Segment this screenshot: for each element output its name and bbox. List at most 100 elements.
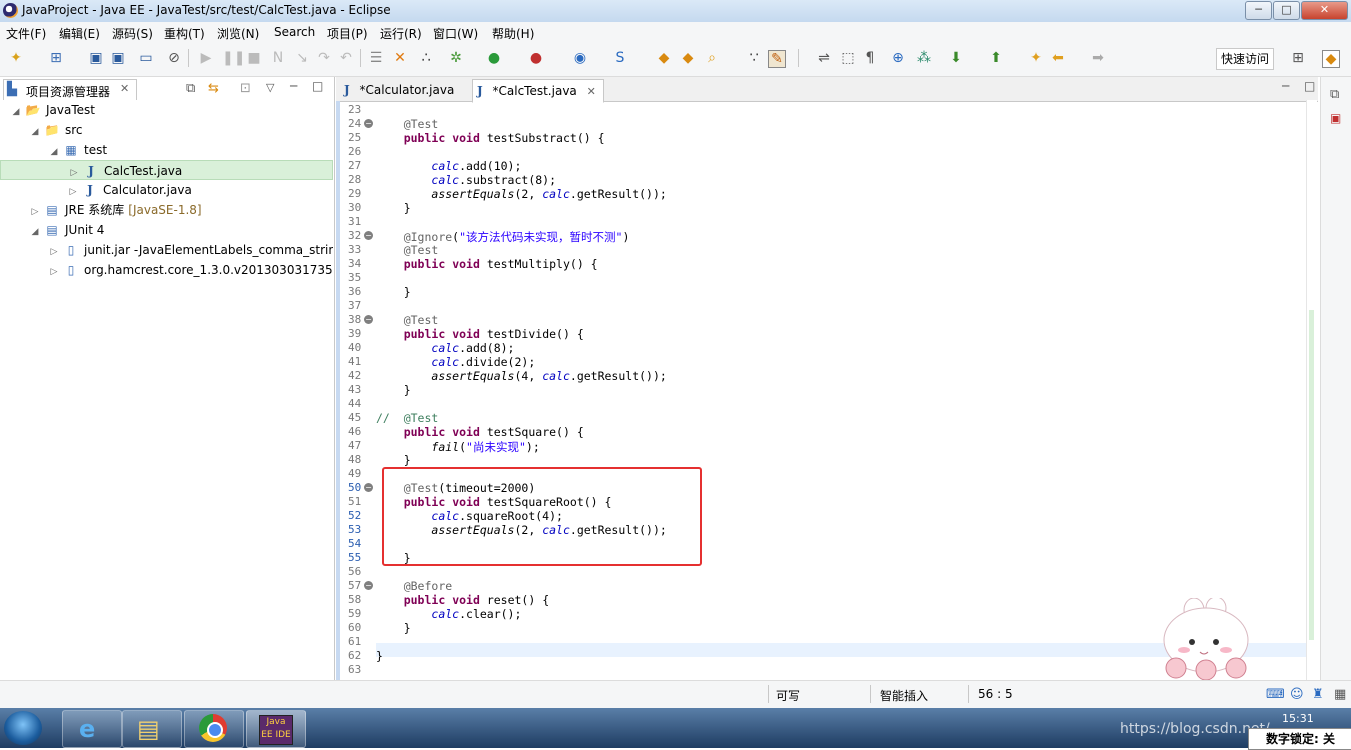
- focus-icon[interactable]: ⊡: [240, 81, 251, 96]
- explorer-tab[interactable]: ▙ 项目资源管理器 ✕: [3, 79, 137, 100]
- overview-ruler-marker[interactable]: [1309, 310, 1314, 640]
- run-icon[interactable]: ●: [486, 50, 502, 66]
- fold-toggle-icon[interactable]: −: [364, 483, 373, 492]
- web-browser-icon[interactable]: ◉: [572, 50, 588, 66]
- terminal-icon[interactable]: ▭: [138, 50, 154, 66]
- annotation-prev-icon[interactable]: ⬆: [988, 50, 1004, 66]
- minimize-button[interactable]: ─: [1245, 1, 1272, 20]
- fold-toggle-icon[interactable]: −: [364, 231, 373, 240]
- step-over-icon[interactable]: ↷: [316, 50, 332, 66]
- tree-item[interactable]: ◢ ▦ test: [0, 140, 333, 160]
- tree-item[interactable]: ◢ ▤ JUnit 4: [0, 220, 333, 240]
- code-line[interactable]: calc.divide(2);: [376, 355, 535, 369]
- keyboard-icon[interactable]: ⌨: [1266, 687, 1285, 702]
- code-line[interactable]: @Test: [376, 117, 439, 131]
- code-line[interactable]: }: [376, 621, 411, 635]
- code-line[interactable]: assertEquals(2, calc.getResult());: [376, 187, 666, 201]
- new-server-icon[interactable]: S: [612, 50, 628, 66]
- code-line[interactable]: public void testDivide() {: [376, 327, 584, 341]
- new-package-icon[interactable]: ⊞: [48, 50, 64, 66]
- eclipse-taskbar-button[interactable]: Java EE IDE: [246, 710, 306, 748]
- expand-arrow-icon[interactable]: ▷: [48, 262, 60, 280]
- save-all-icon[interactable]: ▣: [110, 50, 126, 66]
- shirt-icon[interactable]: ♜: [1312, 687, 1324, 702]
- align-icon[interactable]: ☰: [368, 50, 384, 66]
- open-resource-icon[interactable]: ◆: [680, 50, 696, 66]
- fold-toggle-icon[interactable]: −: [364, 119, 373, 128]
- skip-breakpoints-icon[interactable]: ⊘: [166, 50, 182, 66]
- close-icon[interactable]: ✕: [587, 85, 596, 98]
- fold-toggle-icon[interactable]: −: [364, 581, 373, 590]
- dots-icon[interactable]: ∴: [418, 50, 434, 66]
- code-area[interactable]: 23 24− @Test 25 public void testSubstract(…: [336, 101, 1306, 680]
- tree-item[interactable]: ◢ 📁 src: [0, 120, 333, 140]
- collapse-arrow-icon[interactable]: ◢: [48, 142, 60, 160]
- globe-icon[interactable]: ⊕: [890, 50, 906, 66]
- hierarchy-icon[interactable]: ⁂: [916, 50, 932, 66]
- step-into-icon[interactable]: ↘: [294, 50, 310, 66]
- code-line[interactable]: @Test: [376, 243, 439, 257]
- chrome-taskbar-button[interactable]: [184, 710, 244, 748]
- resume-icon[interactable]: ▶: [198, 50, 214, 66]
- restore-icon[interactable]: ⧉: [1330, 87, 1339, 102]
- code-line[interactable]: // @Test: [376, 411, 438, 425]
- whitespace-icon[interactable]: ¶: [862, 50, 878, 66]
- forward-icon[interactable]: ➡: [1090, 50, 1106, 66]
- code-line[interactable]: public void testSubstract() {: [376, 131, 605, 145]
- start-button[interactable]: [4, 711, 42, 745]
- code-line[interactable]: calc.clear();: [376, 607, 521, 621]
- menu-navigate[interactable]: 浏览(N): [217, 25, 259, 42]
- menu-run[interactable]: 运行(R): [380, 25, 422, 42]
- search-icon[interactable]: ⌕: [704, 50, 720, 66]
- code-line[interactable]: }: [376, 453, 411, 467]
- junit-icon[interactable]: ▣: [1330, 111, 1341, 125]
- menu-window[interactable]: 窗口(W): [433, 25, 478, 42]
- last-edit-icon[interactable]: ✦: [1028, 50, 1044, 66]
- tree-item[interactable]: ▷ ▤ JRE 系统库 [JavaSE-1.8]: [0, 200, 333, 220]
- collapse-arrow-icon[interactable]: ◢: [10, 102, 22, 120]
- external-tools-icon[interactable]: ●: [528, 50, 544, 66]
- suspend-icon[interactable]: ❚❚: [222, 50, 245, 66]
- maximize-editor-icon[interactable]: □: [1304, 79, 1315, 93]
- tree-item[interactable]: ▷ ▯ org.hamcrest.core_1.3.0.v201303031735.…: [0, 260, 333, 280]
- clock[interactable]: 15:31: [1282, 712, 1314, 725]
- user-icon[interactable]: ☺: [1290, 687, 1304, 702]
- tree-item[interactable]: ◢ 📂 JavaTest: [0, 100, 333, 120]
- new-icon[interactable]: ✦: [8, 50, 24, 66]
- close-icon[interactable]: ✕: [120, 82, 129, 95]
- open-perspective-icon[interactable]: ⊞: [1290, 50, 1306, 66]
- link-editor-icon[interactable]: ⇆: [208, 81, 219, 96]
- annotation-next-icon[interactable]: ⬇: [948, 50, 964, 66]
- maximize-button[interactable]: □: [1273, 1, 1300, 20]
- code-line[interactable]: }: [376, 201, 411, 215]
- code-line[interactable]: public void testSquare() {: [376, 425, 584, 439]
- expand-arrow-icon[interactable]: ▷: [68, 163, 80, 179]
- block-selection-icon[interactable]: ⬚: [840, 50, 856, 66]
- code-line[interactable]: assertEquals(4, calc.getResult());: [376, 369, 666, 383]
- code-line[interactable]: }: [376, 383, 411, 397]
- view-menu-icon[interactable]: ▽: [266, 81, 274, 94]
- minimize-editor-icon[interactable]: ─: [1282, 79, 1289, 93]
- expand-arrow-icon[interactable]: ▷: [67, 182, 79, 200]
- expand-arrow-icon[interactable]: ▷: [48, 242, 60, 260]
- debug-icon[interactable]: ✲: [448, 50, 464, 66]
- collapse-arrow-icon[interactable]: ◢: [29, 222, 41, 240]
- menu-search[interactable]: Search: [274, 25, 315, 39]
- save-icon[interactable]: ▣: [88, 50, 104, 66]
- code-line[interactable]: calc.substract(8);: [376, 173, 556, 187]
- tree-item[interactable]: ▷ J CalcTest.java: [0, 160, 333, 180]
- menu-help[interactable]: 帮助(H): [492, 25, 534, 42]
- code-line[interactable]: public void reset() {: [376, 593, 549, 607]
- highlight-icon[interactable]: ✎: [768, 50, 786, 68]
- menu-project[interactable]: 项目(P): [327, 25, 368, 42]
- menu-source[interactable]: 源码(S): [112, 25, 153, 42]
- tab-calctest[interactable]: J *CalcTest.java ✕: [472, 79, 604, 103]
- code-line[interactable]: }: [376, 285, 411, 299]
- ie-taskbar-button[interactable]: e: [62, 710, 122, 748]
- tree-item[interactable]: ▷ ▯ junit.jar -JavaElementLabels_comma_str…: [0, 240, 333, 260]
- grid-icon[interactable]: ▦: [1334, 687, 1346, 702]
- explorer-taskbar-button[interactable]: ▤: [122, 710, 182, 748]
- tree-item[interactable]: ▷ J Calculator.java: [0, 180, 333, 200]
- menu-file[interactable]: 文件(F): [6, 25, 46, 42]
- mark-occurrences-icon[interactable]: ∵: [746, 50, 762, 66]
